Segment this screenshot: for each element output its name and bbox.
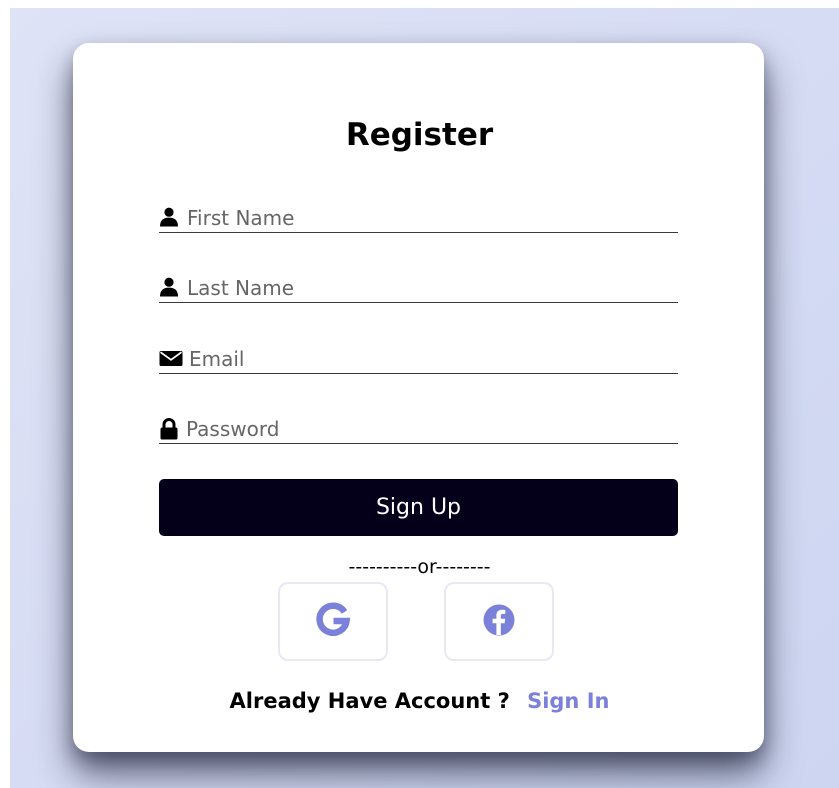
lock-icon xyxy=(159,418,179,440)
sign-in-link[interactable]: Sign In xyxy=(527,689,609,713)
envelope-icon xyxy=(159,348,183,368)
email-input[interactable] xyxy=(189,346,678,372)
google-signin-button[interactable] xyxy=(278,582,388,661)
password-input[interactable] xyxy=(186,416,678,442)
facebook-icon xyxy=(482,603,516,641)
password-field xyxy=(159,413,678,444)
user-icon xyxy=(159,207,179,227)
signin-prompt: Already Have Account ? Sign In xyxy=(0,687,839,715)
sign-up-button[interactable]: Sign Up xyxy=(159,479,678,536)
page-title: Register xyxy=(345,117,494,153)
last-name-input[interactable] xyxy=(187,275,678,301)
google-icon xyxy=(315,602,351,642)
first-name-field xyxy=(159,202,678,233)
already-have-account-text: Already Have Account ? xyxy=(229,689,510,713)
user-icon xyxy=(159,277,179,297)
or-divider: ----------or-------- xyxy=(348,556,491,578)
last-name-field xyxy=(159,272,678,303)
facebook-signin-button[interactable] xyxy=(444,582,554,661)
first-name-input[interactable] xyxy=(187,205,678,231)
email-field xyxy=(159,343,678,374)
